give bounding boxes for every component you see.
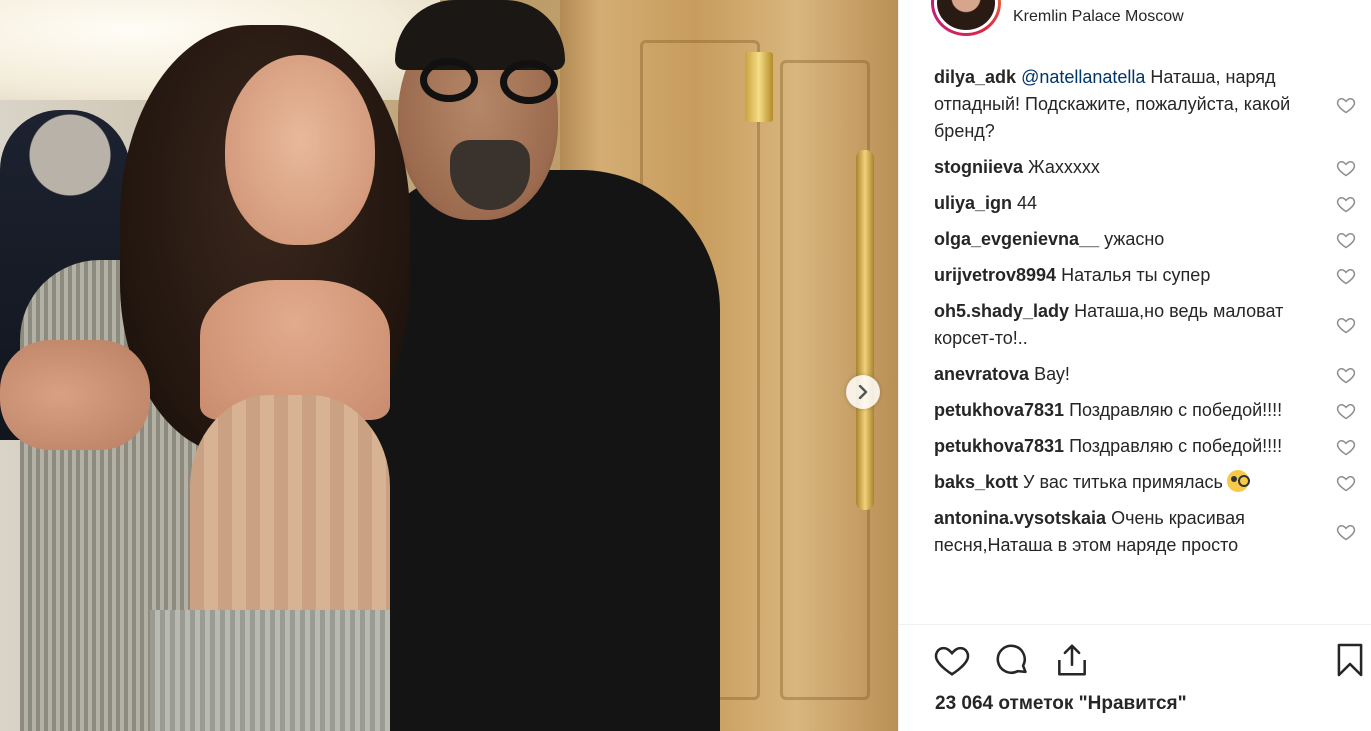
comment-username[interactable]: oh5.shady_lady xyxy=(934,301,1069,321)
comment-like-heart-icon[interactable] xyxy=(1336,158,1356,178)
comment-item: oh5.shady_lady Наташа,но ведь маловат ко… xyxy=(934,298,1356,352)
comment-username[interactable]: uliya_ign xyxy=(934,193,1012,213)
comment-text: ужасно xyxy=(1099,229,1165,249)
photo-woman-skirt xyxy=(150,610,390,731)
post-header: Kremlin Palace Moscow xyxy=(899,0,1371,40)
photo-door-handle xyxy=(856,150,874,510)
comment-like-heart-icon[interactable] xyxy=(1336,522,1356,542)
photo-man-hair xyxy=(395,0,565,70)
comment-like-heart-icon[interactable] xyxy=(1336,365,1356,385)
photo-woman-face xyxy=(225,55,375,245)
comment-item: petukhova7831 Поздравляю с победой!!!! xyxy=(934,397,1356,424)
avatar[interactable] xyxy=(931,0,1001,36)
post-sidebar: Kremlin Palace Moscow dilya_adk @natella… xyxy=(898,0,1371,731)
comment-username[interactable]: petukhova7831 xyxy=(934,400,1064,420)
heart-icon[interactable] xyxy=(933,641,971,679)
comment-username[interactable]: olga_evgenievna__ xyxy=(934,229,1099,249)
comment-text: У вас титька примялась xyxy=(1018,472,1223,492)
post-photo[interactable] xyxy=(0,0,898,731)
comment-text: Наталья ты супер xyxy=(1056,265,1211,285)
comment-like-heart-icon[interactable] xyxy=(1336,473,1356,493)
comment-item: stogniieva Жахxxxx xyxy=(934,154,1356,181)
avatar-image xyxy=(934,0,998,33)
comment-like-heart-icon[interactable] xyxy=(1336,95,1356,115)
comment-username[interactable]: urijvetrov8994 xyxy=(934,265,1056,285)
comment-like-heart-icon[interactable] xyxy=(1336,194,1356,214)
post-actions-bar: 23 064 отметок "Нравится" xyxy=(899,624,1371,731)
comment-text: Жахxxxx xyxy=(1023,157,1100,177)
comment-icon[interactable] xyxy=(993,641,1031,679)
comment-text: Поздравляю с победой!!!! xyxy=(1064,400,1283,420)
comment-item: uliya_ign 44 xyxy=(934,190,1356,217)
comment-item: petukhova7831 Поздравляю с победой!!!! xyxy=(934,433,1356,460)
photo-arm xyxy=(0,340,150,450)
comment-like-heart-icon[interactable] xyxy=(1336,266,1356,286)
comment-username[interactable]: stogniieva xyxy=(934,157,1023,177)
photo-glasses xyxy=(500,60,558,104)
comment-item: urijvetrov8994 Наталья ты супер xyxy=(934,262,1356,289)
comment-item: dilya_adk @natellanatella Наташа, наряд … xyxy=(934,64,1356,145)
comment-like-heart-icon[interactable] xyxy=(1336,437,1356,457)
comment-item: baks_kott У вас титька примялась xyxy=(934,469,1356,496)
photo-door-hinge xyxy=(745,52,773,122)
comment-username[interactable]: petukhova7831 xyxy=(934,436,1064,456)
comment-text: Поздравляю с победой!!!! xyxy=(1064,436,1283,456)
comment-item: anevratova Вау! xyxy=(934,361,1356,388)
photo-glasses xyxy=(420,58,478,102)
comment-username[interactable]: antonina.vysotskaia xyxy=(934,508,1106,528)
photo-woman-corset xyxy=(190,395,390,625)
comment-username[interactable]: baks_kott xyxy=(934,472,1018,492)
comment-item: olga_evgenievna__ ужасно xyxy=(934,226,1356,253)
comment-like-heart-icon[interactable] xyxy=(1336,401,1356,421)
comment-like-heart-icon[interactable] xyxy=(1336,315,1356,335)
comment-item: antonina.vysotskaia Очень красивая песня… xyxy=(934,505,1356,559)
next-photo-button[interactable] xyxy=(846,375,880,409)
comment-username[interactable]: anevratova xyxy=(934,364,1029,384)
photo-man-body xyxy=(360,170,720,731)
comment-username[interactable]: dilya_adk xyxy=(934,67,1016,87)
comment-like-heart-icon[interactable] xyxy=(1336,230,1356,250)
comment-text: Вау! xyxy=(1029,364,1070,384)
likes-count[interactable]: 23 064 отметок "Нравится" xyxy=(935,693,1187,715)
comment-text: 44 xyxy=(1012,193,1038,213)
location-link[interactable]: Kremlin Palace Moscow xyxy=(1013,8,1184,26)
comment-list: dilya_adk @natellanatella Наташа, наряд … xyxy=(934,64,1356,568)
chevron-right-icon xyxy=(858,385,868,399)
emoji-face-icon xyxy=(1226,470,1250,492)
share-icon[interactable] xyxy=(1053,641,1091,679)
comment-mention[interactable]: @natellanatella xyxy=(1021,67,1145,87)
bookmark-icon[interactable] xyxy=(1331,641,1369,679)
